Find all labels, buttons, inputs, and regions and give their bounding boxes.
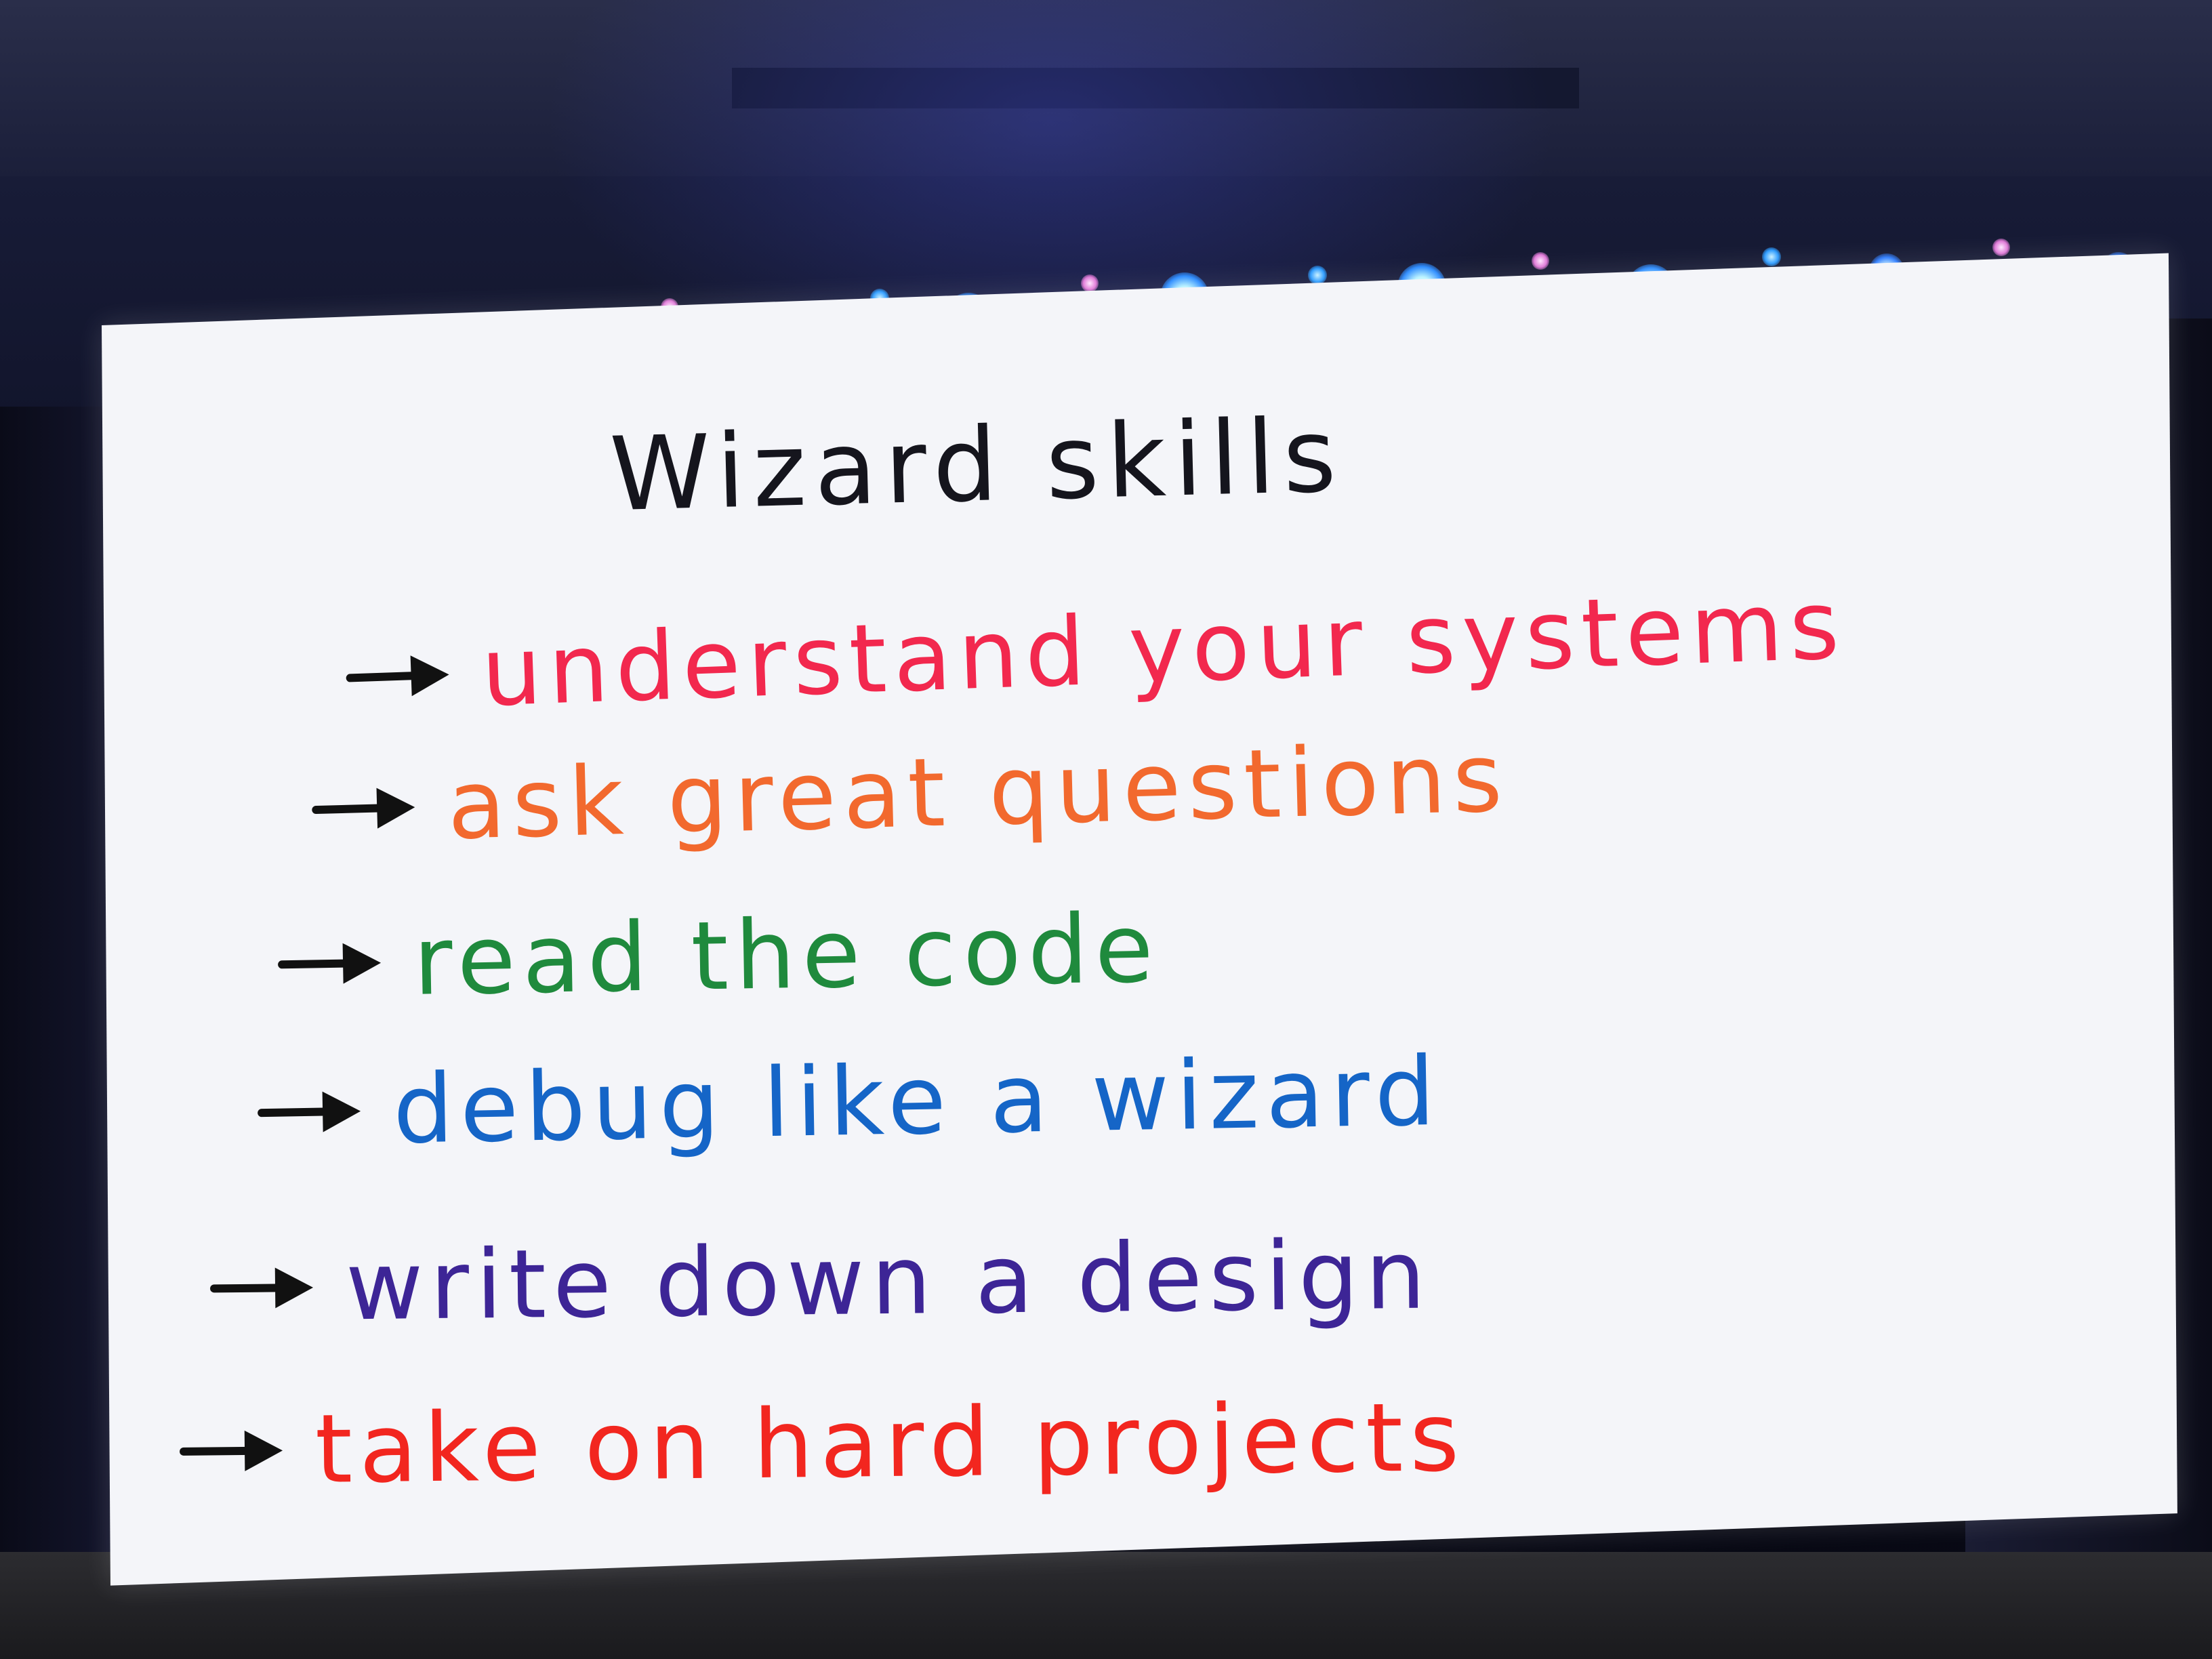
skill-text: write down a design — [345, 1220, 1433, 1343]
skill-item: read the code — [277, 894, 1161, 1020]
skill-text: take on hard projects — [314, 1382, 1467, 1505]
skill-text: understand your systems — [479, 570, 1848, 729]
right-arrow-icon — [346, 653, 455, 699]
slide-content: Wizard skills understand your systems as… — [0, 0, 2212, 1659]
stage-background: Wizard skills understand your systems as… — [0, 0, 2212, 1659]
slide-title: Wizard skills — [608, 396, 1346, 535]
right-arrow-icon — [209, 1267, 319, 1309]
right-arrow-icon — [277, 942, 387, 985]
right-arrow-icon — [258, 1090, 367, 1133]
skill-text: ask great questions — [446, 722, 1511, 861]
skill-text: read the code — [412, 893, 1161, 1017]
skill-item: write down a design — [209, 1221, 1433, 1344]
right-arrow-icon — [312, 786, 422, 830]
skill-item: ask great questions — [310, 722, 1511, 865]
skill-item: take on hard projects — [179, 1382, 1467, 1507]
skill-item: debug like a wizard — [257, 1037, 1443, 1168]
right-arrow-icon — [179, 1429, 289, 1472]
skill-item: understand your systems — [344, 570, 1847, 733]
skill-text: debug like a wizard — [392, 1036, 1443, 1166]
